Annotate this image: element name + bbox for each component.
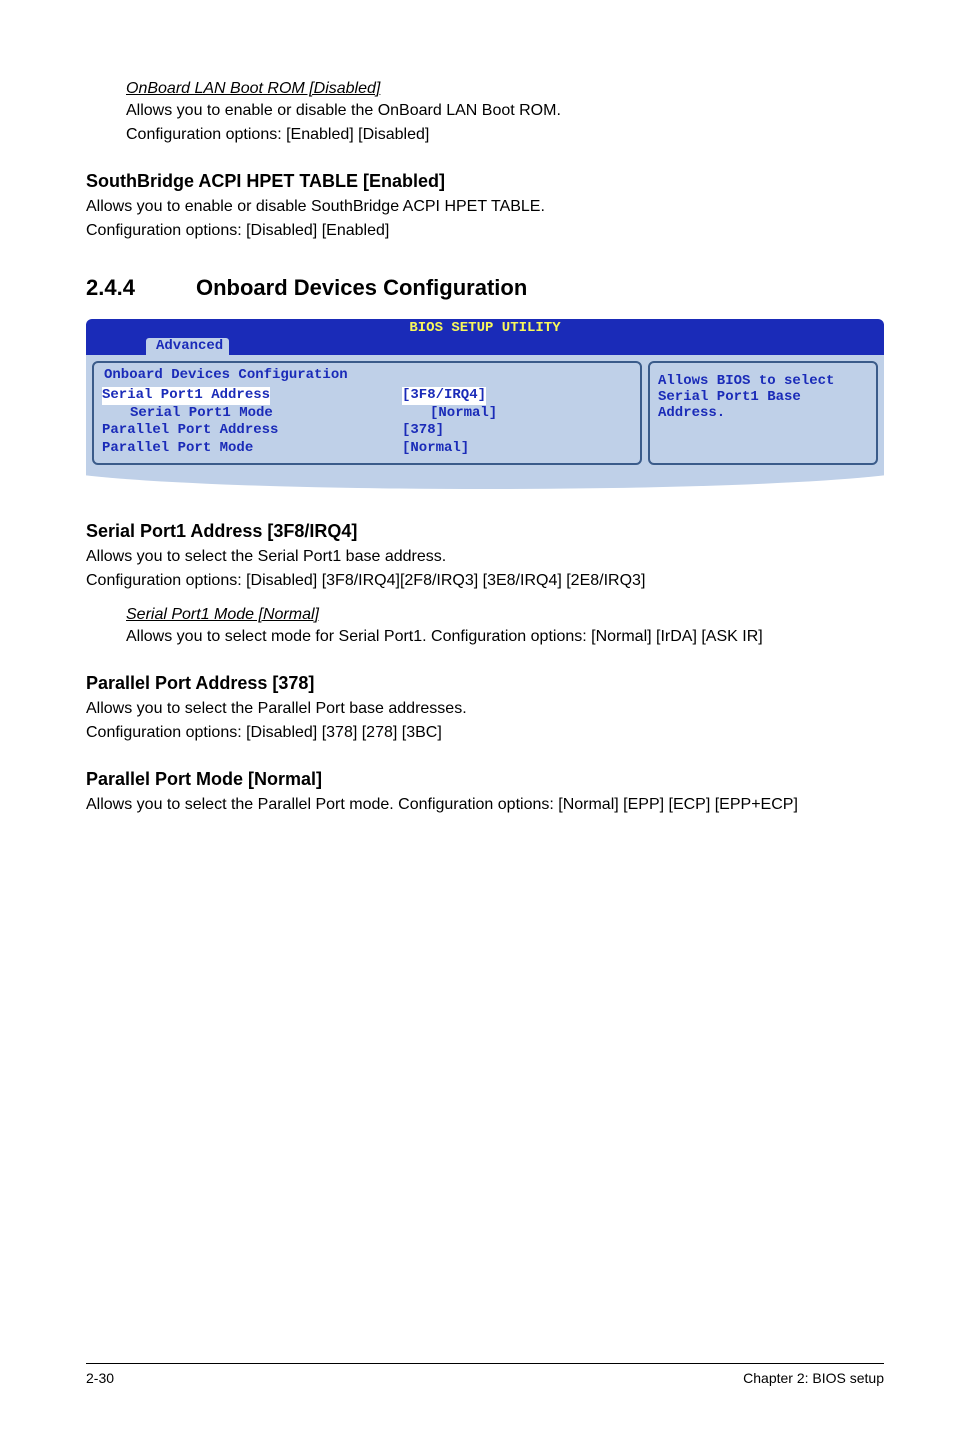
heading-southbridge: SouthBridge ACPI HPET TABLE [Enabled] xyxy=(86,171,884,192)
bios-row-value: [Normal] xyxy=(402,440,469,458)
bios-tab-advanced: Advanced xyxy=(146,338,229,355)
bios-row-value: [3F8/IRQ4] xyxy=(402,387,486,405)
bios-body: Onboard Devices Configuration Serial Por… xyxy=(86,355,884,471)
bios-row-label: Parallel Port Mode xyxy=(102,440,402,458)
body-text: Configuration options: [Disabled] [Enabl… xyxy=(86,220,884,242)
bios-help-text: Allows BIOS to select Serial Port1 Base … xyxy=(658,373,868,421)
bios-row: Parallel Port Address [378] xyxy=(102,422,632,440)
bios-row-label: Serial Port1 Mode xyxy=(102,405,430,423)
bios-row-label: Parallel Port Address xyxy=(102,422,402,440)
section-serial-port-mode: Serial Port1 Mode [Normal] Allows you to… xyxy=(126,606,884,648)
subheading: Serial Port1 Mode [Normal] xyxy=(126,606,884,624)
section-title: 2.4.4Onboard Devices Configuration xyxy=(86,275,884,301)
body-text: Configuration options: [Disabled] [378] … xyxy=(86,722,884,744)
chapter-label: Chapter 2: BIOS setup xyxy=(743,1370,884,1386)
bios-screenshot: BIOS SETUP UTILITY Advanced Onboard Devi… xyxy=(86,319,884,495)
body-text: Allows you to select mode for Serial Por… xyxy=(126,626,884,648)
body-text: Allows you to enable or disable the OnBo… xyxy=(126,100,884,122)
bios-bottom-curve xyxy=(86,471,884,495)
bios-left-panel: Onboard Devices Configuration Serial Por… xyxy=(92,361,642,465)
body-text: Allows you to select the Serial Port1 ba… xyxy=(86,546,884,568)
bios-row: Serial Port1 Mode [Normal] xyxy=(102,405,632,423)
bios-header: BIOS SETUP UTILITY Advanced xyxy=(86,319,884,355)
bios-title: BIOS SETUP UTILITY xyxy=(86,320,884,336)
bios-help-panel: Allows BIOS to select Serial Port1 Base … xyxy=(648,361,878,465)
body-text: Allows you to select the Parallel Port m… xyxy=(86,794,884,816)
page: OnBoard LAN Boot ROM [Disabled] Allows y… xyxy=(0,0,954,1438)
section-onboard-lan: OnBoard LAN Boot ROM [Disabled] Allows y… xyxy=(126,80,884,145)
section-name: Onboard Devices Configuration xyxy=(196,275,527,300)
bios-row-value: [378] xyxy=(402,422,444,440)
page-number: 2-30 xyxy=(86,1370,114,1386)
bios-row-value: [Normal] xyxy=(430,405,497,423)
body-text: Configuration options: [Disabled] [3F8/I… xyxy=(86,570,884,592)
page-footer: 2-30 Chapter 2: BIOS setup xyxy=(86,1363,884,1386)
body-text: Allows you to select the Parallel Port b… xyxy=(86,698,884,720)
bios-row-label: Serial Port1 Address xyxy=(102,387,270,405)
bios-group-title: Onboard Devices Configuration xyxy=(102,367,632,383)
subheading: OnBoard LAN Boot ROM [Disabled] xyxy=(126,80,884,98)
heading-parallel-port-address: Parallel Port Address [378] xyxy=(86,673,884,694)
section-number: 2.4.4 xyxy=(86,275,196,301)
heading-serial-port-address: Serial Port1 Address [3F8/IRQ4] xyxy=(86,521,884,542)
bios-row: Serial Port1 Address [3F8/IRQ4] xyxy=(102,387,632,405)
body-text: Configuration options: [Enabled] [Disabl… xyxy=(126,124,884,146)
body-text: Allows you to enable or disable SouthBri… xyxy=(86,196,884,218)
heading-parallel-port-mode: Parallel Port Mode [Normal] xyxy=(86,769,884,790)
bios-row: Parallel Port Mode [Normal] xyxy=(102,440,632,458)
